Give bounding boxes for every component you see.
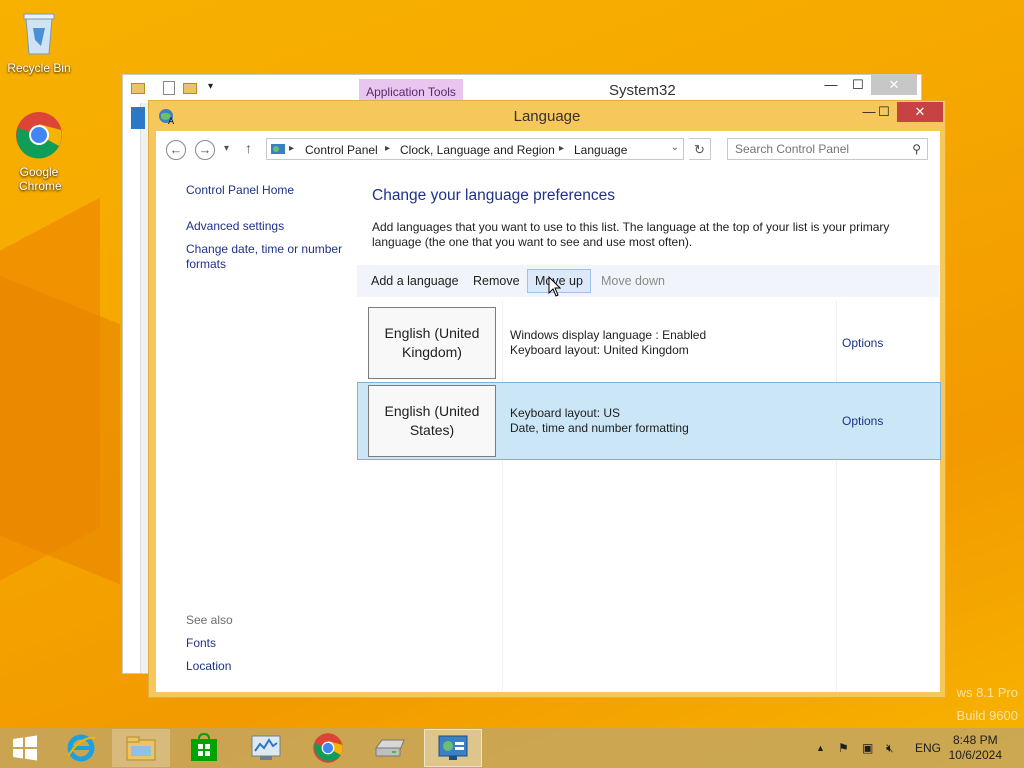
language-window-title: Language — [513, 108, 581, 125]
forward-button[interactable]: → — [195, 140, 215, 160]
properties-icon[interactable] — [163, 81, 175, 95]
folder-icon — [131, 83, 145, 94]
os-watermark: ws 8.1 Pro Build 9600 — [957, 685, 1018, 723]
taskbar-chrome[interactable] — [299, 729, 357, 767]
system32-title: System32 — [609, 82, 676, 99]
volume-muted-icon[interactable]: 🔇︎ — [886, 728, 894, 768]
start-icon — [13, 735, 37, 761]
breadcrumb-clock-language-region[interactable]: Clock, Language and Region — [400, 143, 555, 157]
taskbar-hard-drive[interactable] — [361, 729, 419, 767]
search-icon[interactable]: ⚲ — [912, 142, 921, 156]
taskbar-file-explorer[interactable] — [112, 729, 170, 767]
recent-pages-dropdown-icon[interactable]: ▾ — [224, 143, 229, 154]
taskbar-control-panel[interactable] — [424, 729, 482, 767]
link-location[interactable]: Location — [186, 659, 231, 673]
search-input[interactable] — [728, 139, 898, 159]
recycle-bin-label: Recycle Bin — [7, 61, 71, 75]
back-button[interactable]: ← — [166, 140, 186, 160]
address-dropdown-icon[interactable]: ⌄ — [671, 142, 679, 153]
back-minimize-button[interactable]: — — [816, 75, 846, 95]
back-maximize-button[interactable]: ☐ — [843, 75, 873, 95]
language-titlebar[interactable]: A Language — ☐ ✕ — [149, 101, 945, 131]
breadcrumb-control-panel[interactable]: Control Panel — [305, 143, 378, 157]
breadcrumb-separator[interactable]: ▸ — [385, 143, 390, 154]
desktop-icon-recycle-bin[interactable]: Recycle Bin — [4, 8, 74, 75]
action-center-flag-icon[interactable]: ⚑ — [838, 728, 849, 768]
address-bar-row: ← → ▾ ↑ ▸ Control Panel ▸ Clock, Languag… — [156, 131, 940, 169]
clock[interactable]: 8:48 PM 10/6/2024 — [949, 733, 1002, 763]
chrome-icon — [4, 110, 74, 163]
internet-explorer-icon — [67, 734, 96, 762]
task-manager-icon — [251, 735, 281, 760]
remove-button[interactable]: Remove — [466, 269, 527, 293]
language-info-en-us: Keyboard layout: US Date, time and numbe… — [510, 406, 689, 436]
back-close-button[interactable]: ✕ — [871, 75, 917, 95]
watermark-line1: ws 8.1 Pro — [956, 685, 1018, 700]
language-row-en-us[interactable]: English (United States) Keyboard layout:… — [357, 382, 941, 460]
control-panel-icon — [438, 735, 468, 760]
chrome-label: Google Chrome — [19, 165, 62, 193]
clock-date: 10/6/2024 — [948, 748, 1002, 762]
hard-drive-icon — [375, 739, 405, 757]
recycle-bin-icon — [4, 8, 74, 59]
breadcrumb-separator[interactable]: ▸ — [289, 143, 294, 154]
language-tile-en-us[interactable]: English (United States) — [368, 385, 496, 457]
file-explorer-icon — [126, 736, 156, 761]
breadcrumb-language[interactable]: Language — [574, 143, 627, 157]
move-down-button: Move down — [601, 274, 665, 288]
close-button[interactable]: ✕ — [897, 102, 943, 122]
language-row-en-gb[interactable]: English (United Kingdom) Windows display… — [357, 303, 941, 381]
see-also-heading: See also — [186, 613, 233, 627]
language-info-line: Keyboard layout: US — [510, 406, 621, 420]
start-button[interactable] — [0, 729, 50, 767]
language-client-area: ← → ▾ ↑ ▸ Control Panel ▸ Clock, Languag… — [156, 131, 941, 692]
taskbar-store[interactable] — [175, 729, 233, 767]
show-hidden-icons-button[interactable]: ▲ — [816, 728, 825, 768]
link-advanced-settings[interactable]: Advanced settings — [186, 219, 356, 234]
options-link-en-gb[interactable]: Options — [842, 336, 883, 350]
control-panel-icon — [270, 141, 286, 160]
explorer-pane — [123, 103, 141, 673]
taskbar-task-manager[interactable] — [237, 729, 295, 767]
store-icon — [191, 733, 217, 761]
address-field[interactable]: ▸ Control Panel ▸ Clock, Language and Re… — [266, 138, 684, 160]
network-icon[interactable]: ▣ — [862, 728, 873, 768]
page-description: Add languages that you want to use to th… — [372, 220, 890, 249]
link-change-date-time-formats[interactable]: Change date, time or number formats — [186, 242, 356, 272]
new-folder-icon[interactable] — [183, 83, 197, 94]
link-fonts[interactable]: Fonts — [186, 636, 216, 650]
language-info-line: Windows display language : Enabled — [510, 328, 707, 342]
chrome-icon — [313, 733, 343, 763]
mouse-cursor-icon — [548, 275, 562, 301]
breadcrumb-separator[interactable]: ▸ — [559, 143, 564, 154]
taskbar: ▲ ⚑ ▣ 🔇︎ ENG 8:48 PM 10/6/2024 — [0, 728, 1024, 768]
language-window[interactable]: A Language — ☐ ✕ ← → ▾ ↑ ▸ Control Panel… — [148, 100, 946, 698]
language-toolbar: Add a language Remove Move up Move down — [357, 265, 939, 297]
up-arrow-icon[interactable]: ↑ — [245, 140, 252, 156]
language-info-line: Keyboard layout: United Kingdom — [510, 343, 689, 357]
language-info-en-gb: Windows display language : Enabled Keybo… — [510, 328, 706, 358]
page-title: Change your language preferences — [372, 187, 616, 204]
search-box[interactable]: ⚲ — [727, 138, 928, 160]
language-info-line: Date, time and number formatting — [510, 421, 689, 435]
explorer-nav-strip — [131, 107, 145, 129]
taskbar-internet-explorer[interactable] — [52, 729, 110, 767]
link-control-panel-home[interactable]: Control Panel Home — [186, 183, 356, 198]
desktop-icon-chrome[interactable]: Google Chrome — [4, 110, 74, 193]
language-tile-en-gb[interactable]: English (United Kingdom) — [368, 307, 496, 379]
refresh-button[interactable]: ↻ — [689, 138, 711, 160]
quick-access-dropdown-icon[interactable]: ▾ — [208, 81, 213, 92]
maximize-button[interactable]: ☐ — [870, 102, 898, 122]
input-language-indicator[interactable]: ENG — [915, 728, 941, 768]
system32-titlebar[interactable]: ▾ Application Tools System32 — ☐ ✕ — [123, 75, 921, 103]
add-language-button[interactable]: Add a language — [364, 269, 466, 293]
left-navigation: Control Panel Home Advanced settings Cha… — [186, 183, 356, 280]
clock-time: 8:48 PM — [952, 733, 998, 747]
watermark-line2: Build 9600 — [956, 708, 1018, 723]
options-link-en-us[interactable]: Options — [842, 414, 883, 428]
